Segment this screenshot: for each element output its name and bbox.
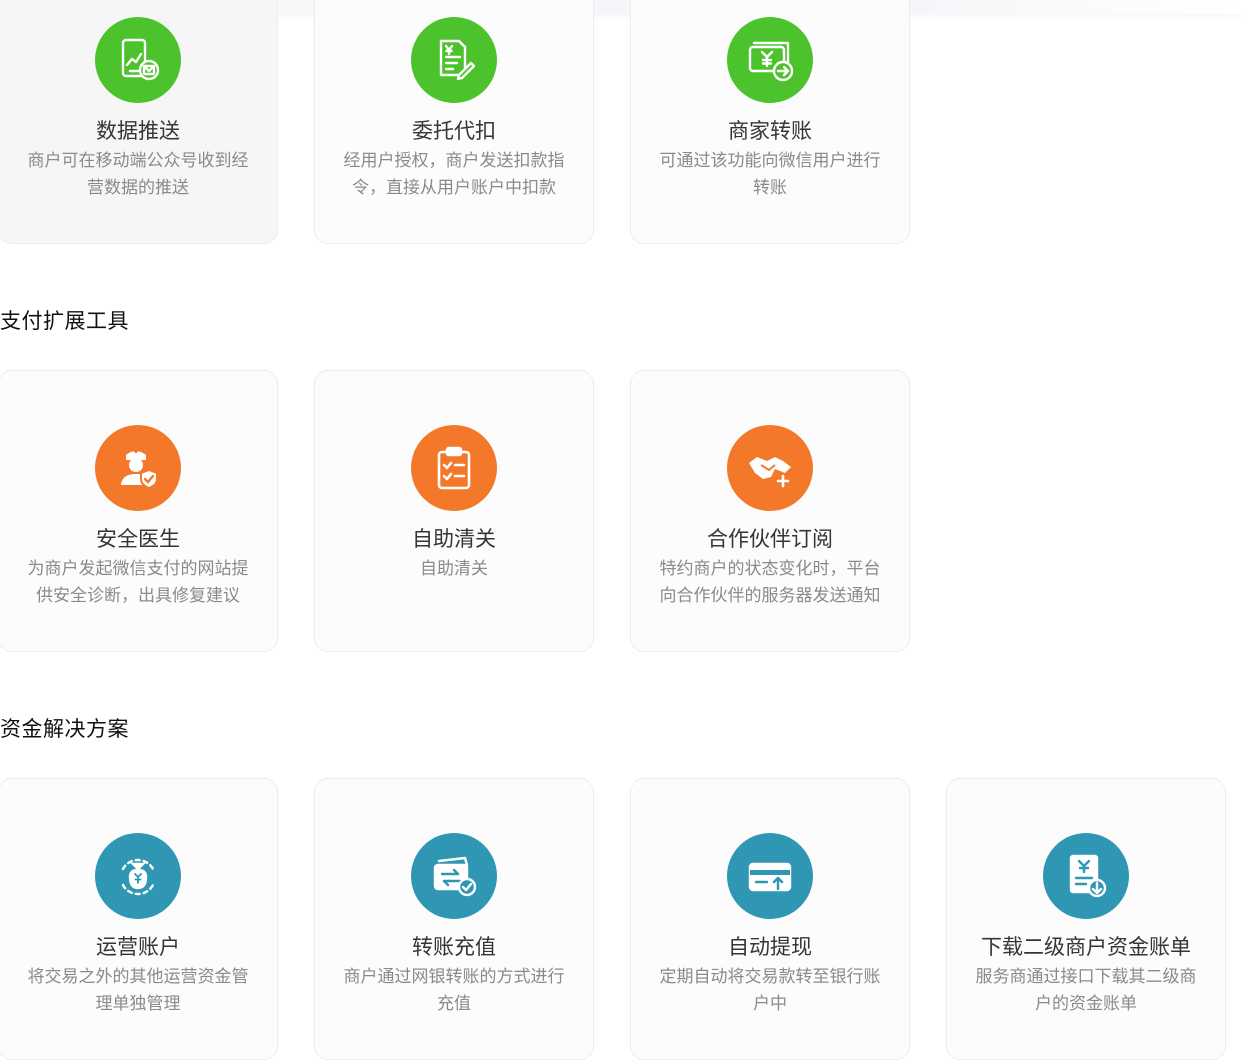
card-self-customs[interactable]: 自助清关 自助清关 — [314, 370, 594, 652]
document-pen-icon — [411, 17, 497, 103]
card-title: 数据推送 — [96, 119, 180, 143]
clipboard-checklist-icon — [411, 425, 497, 511]
card-description: 自助清关 — [420, 559, 488, 579]
money-bag-cycle-icon — [95, 833, 181, 919]
card-operating-account[interactable]: 运营账户 将交易之外的其他运营资金管理单独管理 — [0, 778, 278, 1060]
card-title: 自动提现 — [728, 935, 812, 959]
bill-download-icon — [1043, 833, 1129, 919]
card-title: 委托代扣 — [412, 119, 496, 143]
card-title: 运营账户 — [96, 935, 180, 959]
card-title: 自助清关 — [412, 527, 496, 551]
card-security-doctor[interactable]: 安全医生 为商户发起微信支付的网站提供安全诊断，出具修复建议 — [0, 370, 278, 652]
card-description: 特约商户的状态变化时，平台向合作伙伴的服务器发送通知 — [659, 559, 881, 606]
card-description: 商户通过网银转账的方式进行充值 — [343, 967, 565, 1014]
card-transfer-recharge[interactable]: 转账充值 商户通过网银转账的方式进行充值 — [314, 778, 594, 1060]
card-description: 商户可在移动端公众号收到经营数据的推送 — [27, 151, 249, 198]
card-merchant-transfer[interactable]: 商家转账 可通过该功能向微信用户进行转账 — [630, 0, 910, 244]
card-withdraw-icon — [727, 833, 813, 919]
card-title: 转账充值 — [412, 935, 496, 959]
card-title: 下载二级商户资金账单 — [981, 935, 1191, 959]
card-description: 为商户发起微信支付的网站提供安全诊断，出具修复建议 — [27, 559, 249, 606]
card-description: 将交易之外的其他运营资金管理单独管理 — [27, 967, 249, 1014]
card-description: 服务商通过接口下载其二级商户的资金账单 — [975, 967, 1197, 1014]
card-title: 商家转账 — [728, 119, 812, 143]
card-title: 合作伙伴订阅 — [707, 527, 833, 551]
card-entrusted-deduction[interactable]: 委托代扣 经用户授权，商户发送扣款指令，直接从用户账户中扣款 — [314, 0, 594, 244]
phone-chart-mail-icon — [95, 17, 181, 103]
card-transfer-check-icon — [411, 833, 497, 919]
card-description: 经用户授权，商户发送扣款指令，直接从用户账户中扣款 — [343, 151, 565, 198]
card-description: 定期自动将交易款转至银行账户中 — [659, 967, 881, 1014]
card-partner-subscription[interactable]: 合作伙伴订阅 特约商户的状态变化时，平台向合作伙伴的服务器发送通知 — [630, 370, 910, 652]
doctor-shield-icon — [95, 425, 181, 511]
handshake-plus-icon — [727, 425, 813, 511]
card-description: 可通过该功能向微信用户进行转账 — [659, 151, 881, 198]
section-title-fund-solutions: 资金解决方案 — [0, 717, 129, 741]
card-auto-withdrawal[interactable]: 自动提现 定期自动将交易款转至银行账户中 — [630, 778, 910, 1060]
money-transfer-icon — [727, 17, 813, 103]
card-data-push[interactable]: 数据推送 商户可在移动端公众号收到经营数据的推送 — [0, 0, 278, 244]
section-title-payment-tools: 支付扩展工具 — [0, 309, 129, 333]
card-title: 安全医生 — [96, 527, 180, 551]
card-download-sub-merchant-bill[interactable]: 下载二级商户资金账单 服务商通过接口下载其二级商户的资金账单 — [946, 778, 1226, 1060]
